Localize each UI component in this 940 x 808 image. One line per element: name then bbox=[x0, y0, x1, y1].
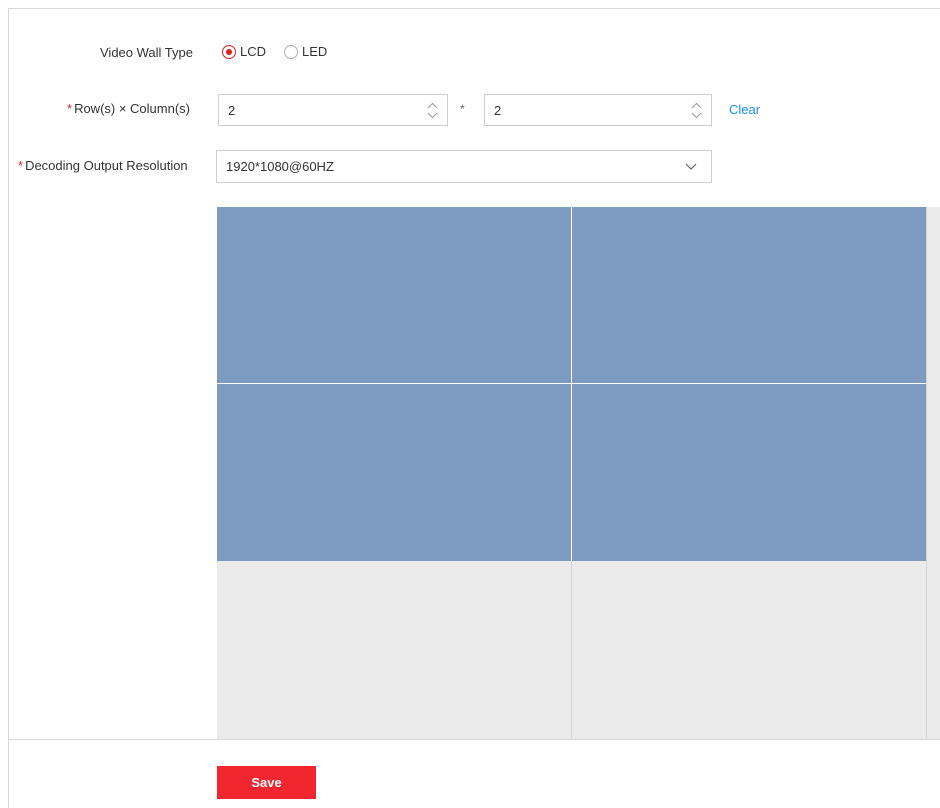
save-button[interactable]: Save bbox=[217, 766, 316, 799]
wall-screen-r1-c1[interactable] bbox=[217, 207, 571, 383]
radio-led[interactable]: LED bbox=[284, 44, 327, 59]
columns-value: 2 bbox=[494, 102, 502, 118]
chevron-down-icon[interactable] bbox=[691, 110, 702, 120]
radio-lcd-label: LCD bbox=[240, 44, 267, 59]
wall-screen-r2-c1[interactable] bbox=[217, 384, 571, 561]
required-mark: * bbox=[67, 101, 73, 116]
decoding-output-label: * Decoding Output Resolution bbox=[18, 158, 188, 173]
footer-divider bbox=[9, 739, 940, 740]
required-mark: * bbox=[18, 158, 24, 173]
decoding-output-label-text: Decoding Output Resolution bbox=[25, 158, 188, 173]
radio-led-indicator bbox=[284, 44, 299, 59]
rows-columns-label-text: Row(s) × Column(s) bbox=[74, 101, 190, 116]
rows-stepper-arrows[interactable] bbox=[421, 95, 443, 125]
video-wall-preview bbox=[217, 207, 940, 739]
rows-value: 2 bbox=[228, 102, 236, 118]
video-wall-type-label: Video Wall Type bbox=[100, 45, 193, 60]
rows-stepper[interactable]: 2 bbox=[218, 94, 448, 126]
wall-divider-horizontal bbox=[217, 383, 926, 384]
clear-link[interactable]: Clear bbox=[729, 102, 760, 117]
wall-divider-vertical bbox=[571, 207, 572, 561]
radio-lcd-indicator bbox=[222, 44, 236, 59]
wall-empty-area bbox=[217, 561, 926, 739]
columns-stepper[interactable]: 2 bbox=[484, 94, 712, 126]
radio-lcd[interactable]: LCD bbox=[222, 44, 266, 59]
columns-stepper-arrows[interactable] bbox=[685, 95, 707, 125]
rows-columns-label: * Row(s) × Column(s) bbox=[67, 101, 190, 116]
chevron-up-icon[interactable] bbox=[427, 100, 438, 110]
chevron-down-icon[interactable] bbox=[427, 110, 438, 120]
chevron-up-icon[interactable] bbox=[691, 100, 702, 110]
wall-screen-r1-c2[interactable] bbox=[572, 207, 926, 383]
video-wall-type-radio-group: LCD LED bbox=[222, 44, 345, 59]
decoding-output-select[interactable]: 1920*1080@60HZ bbox=[216, 150, 712, 183]
radio-led-label: LED bbox=[302, 44, 328, 59]
wall-right-edge bbox=[926, 207, 927, 739]
wall-screen-r2-c2[interactable] bbox=[572, 384, 926, 561]
decoding-output-value: 1920*1080@60HZ bbox=[226, 159, 334, 174]
chevron-down-icon bbox=[681, 163, 701, 170]
rows-columns-separator: * bbox=[460, 102, 465, 116]
